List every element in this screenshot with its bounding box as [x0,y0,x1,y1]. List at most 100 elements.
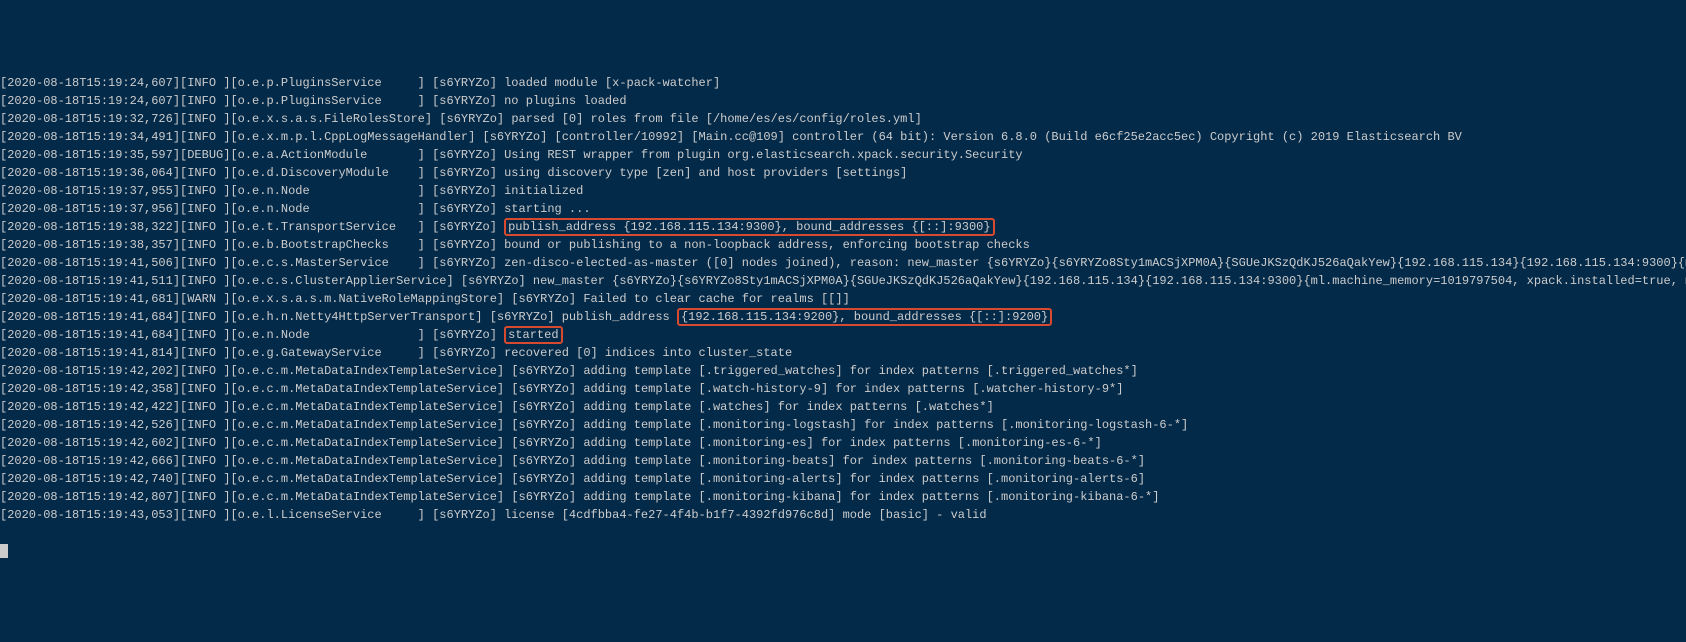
log-source: [o.e.g.GatewayService ] [230,346,424,360]
log-line: [2020-08-18T15:19:24,607][INFO ][o.e.p.P… [0,92,1686,110]
log-source: [o.e.c.m.MetaDataIndexTemplateService] [230,400,504,414]
log-line: [2020-08-18T15:19:35,597][DEBUG][o.e.a.A… [0,146,1686,164]
log-message: recovered [0] indices into cluster_state [504,346,792,360]
log-node: [s6YRYZo] [511,292,576,306]
log-level: [INFO ] [180,184,230,198]
log-timestamp: [2020-08-18T15:19:42,740] [0,472,180,486]
log-node: [s6YRYZo] [432,148,497,162]
log-node: [s6YRYZo] [432,328,497,342]
log-source: [o.e.x.m.p.l.CppLogMessageHandler] [230,130,475,144]
log-timestamp: [2020-08-18T15:19:41,684] [0,310,180,324]
log-level: [INFO ] [180,202,230,216]
log-line: [2020-08-18T15:19:42,602][INFO ][o.e.c.m… [0,434,1686,452]
log-source: [o.e.c.m.MetaDataIndexTemplateService] [230,472,504,486]
log-highlight: started [504,326,562,344]
log-source: [o.e.c.m.MetaDataIndexTemplateService] [230,364,504,378]
log-node: [s6YRYZo] [432,220,497,234]
log-message: adding template [.monitoring-alerts] for… [583,472,1145,486]
log-node: [s6YRYZo] [511,382,576,396]
log-line: [2020-08-18T15:19:42,526][INFO ][o.e.c.m… [0,416,1686,434]
log-source: [o.e.c.m.MetaDataIndexTemplateService] [230,454,504,468]
log-message: Failed to clear cache for realms [[]] [583,292,849,306]
log-timestamp: [2020-08-18T15:19:36,064] [0,166,180,180]
log-node: [s6YRYZo] [432,166,497,180]
log-source: [o.e.x.s.a.s.m.NativeRoleMappingStore] [230,292,504,306]
log-level: [INFO ] [180,508,230,522]
log-node: [s6YRYZo] [483,130,548,144]
log-message: adding template [.watch-history-9] for i… [583,382,1123,396]
log-timestamp: [2020-08-18T15:19:37,955] [0,184,180,198]
log-timestamp: [2020-08-18T15:19:34,491] [0,130,180,144]
log-line: [2020-08-18T15:19:43,053][INFO ][o.e.l.L… [0,506,1686,524]
log-message: license [4cdfbba4-fe27-4f4b-b1f7-4392fd9… [504,508,986,522]
log-timestamp: [2020-08-18T15:19:41,506] [0,256,180,270]
log-message: using discovery type [zen] and host prov… [504,166,907,180]
log-line: [2020-08-18T15:19:41,681][WARN ][o.e.x.s… [0,290,1686,308]
log-line: [2020-08-18T15:19:37,955][INFO ][o.e.n.N… [0,182,1686,200]
log-source: [o.e.c.m.MetaDataIndexTemplateService] [230,418,504,432]
log-node: [s6YRYZo] [511,454,576,468]
log-node: [s6YRYZo] [490,310,555,324]
log-source: [o.e.l.LicenseService ] [230,508,424,522]
log-message: zen-disco-elected-as-master ([0] nodes j… [504,256,1686,270]
log-line: [2020-08-18T15:19:42,740][INFO ][o.e.c.m… [0,470,1686,488]
log-node: [s6YRYZo] [432,94,497,108]
terminal-cursor [0,544,8,558]
log-timestamp: [2020-08-18T15:19:42,422] [0,400,180,414]
log-line: [2020-08-18T15:19:42,358][INFO ][o.e.c.m… [0,380,1686,398]
log-timestamp: [2020-08-18T15:19:38,322] [0,220,180,234]
log-message: bound or publishing to a non-loopback ad… [504,238,1030,252]
log-line: [2020-08-18T15:19:42,202][INFO ][o.e.c.m… [0,362,1686,380]
log-level: [INFO ] [180,220,230,234]
log-level: [INFO ] [180,400,230,414]
log-timestamp: [2020-08-18T15:19:42,526] [0,418,180,432]
log-source: [o.e.n.Node ] [230,184,424,198]
log-node: [s6YRYZo] [511,490,576,504]
log-timestamp: [2020-08-18T15:19:41,684] [0,328,180,342]
log-node: [s6YRYZo] [432,202,497,216]
log-timestamp: [2020-08-18T15:19:41,681] [0,292,180,306]
log-source: [o.e.h.n.Netty4HttpServerTransport] [230,310,482,324]
log-node: [s6YRYZo] [432,508,497,522]
log-line: [2020-08-18T15:19:41,814][INFO ][o.e.g.G… [0,344,1686,362]
log-node: [s6YRYZo] [461,274,526,288]
log-level: [INFO ] [180,310,230,324]
log-highlight: publish_address {192.168.115.134:9300}, … [504,218,994,236]
log-level: [INFO ] [180,112,230,126]
log-message: adding template [.monitoring-es] for ind… [583,436,1101,450]
log-line: [2020-08-18T15:19:32,726][INFO ][o.e.x.s… [0,110,1686,128]
log-node: [s6YRYZo] [432,238,497,252]
log-level: [INFO ] [180,274,230,288]
log-message: parsed [0] roles from file [/home/es/es/… [511,112,921,126]
log-source: [o.e.c.s.ClusterApplierService] [230,274,453,288]
log-level: [INFO ] [180,454,230,468]
log-message: new_master {s6YRYZo}{s6YRYZo8Sty1mACSjXP… [533,274,1686,288]
log-level: [WARN ] [180,292,230,306]
log-source: [o.e.c.s.MasterService ] [230,256,424,270]
log-timestamp: [2020-08-18T15:19:24,607] [0,76,180,90]
log-node: [s6YRYZo] [511,472,576,486]
log-message: adding template [.monitoring-logstash] f… [583,418,1188,432]
log-node: [s6YRYZo] [432,346,497,360]
log-line: [2020-08-18T15:19:41,506][INFO ][o.e.c.s… [0,254,1686,272]
log-level: [INFO ] [180,130,230,144]
log-line: [2020-08-18T15:19:41,684][INFO ][o.e.n.N… [0,326,1686,344]
log-line: [2020-08-18T15:19:41,684][INFO ][o.e.h.n… [0,308,1686,326]
log-timestamp: [2020-08-18T15:19:32,726] [0,112,180,126]
log-timestamp: [2020-08-18T15:19:37,956] [0,202,180,216]
log-node: [s6YRYZo] [511,436,576,450]
log-node: [s6YRYZo] [439,112,504,126]
log-message: adding template [.triggered_watches] for… [583,364,1138,378]
log-line: [2020-08-18T15:19:37,956][INFO ][o.e.n.N… [0,200,1686,218]
log-source: [o.e.d.DiscoveryModule ] [230,166,424,180]
log-source: [o.e.t.TransportService ] [230,220,424,234]
log-level: [INFO ] [180,346,230,360]
log-output: [2020-08-18T15:19:24,607][INFO ][o.e.p.P… [0,74,1686,524]
log-message: loaded module [x-pack-watcher] [504,76,720,90]
log-source: [o.e.b.BootstrapChecks ] [230,238,424,252]
log-message: adding template [.watches] for index pat… [583,400,993,414]
log-message-pre: publish_address [562,310,677,324]
log-timestamp: [2020-08-18T15:19:38,357] [0,238,180,252]
log-source: [o.e.a.ActionModule ] [230,148,424,162]
log-message: starting ... [504,202,590,216]
